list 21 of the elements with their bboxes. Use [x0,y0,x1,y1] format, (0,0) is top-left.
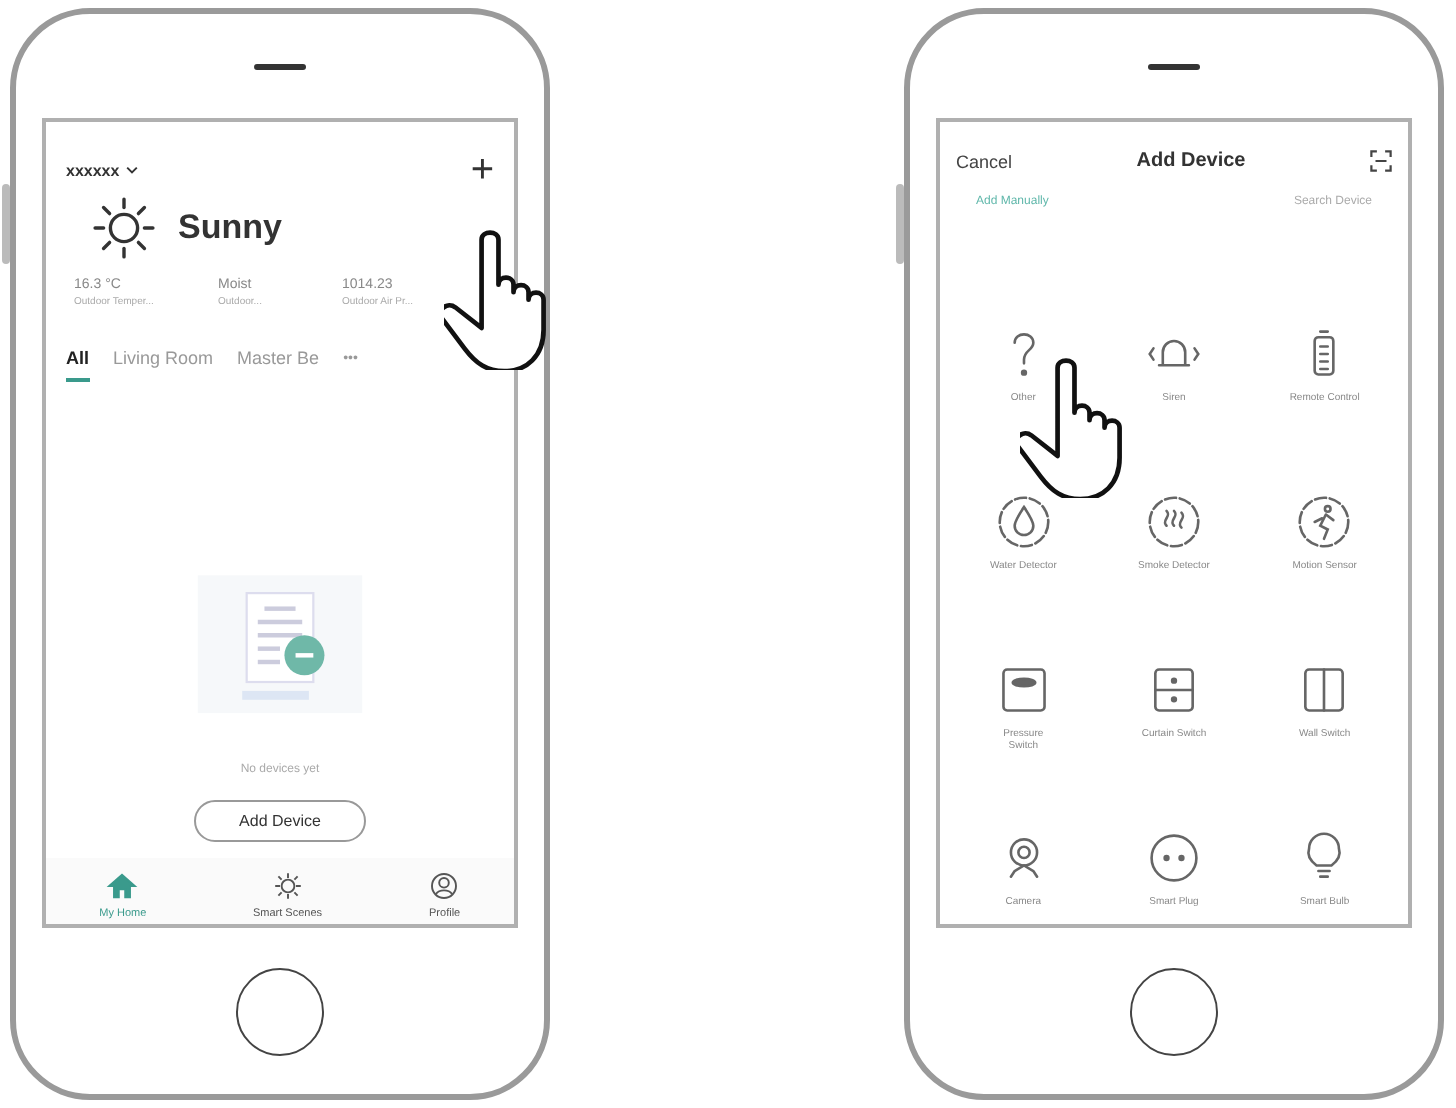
home-button[interactable] [236,967,324,1055]
smoke-device-icon[interactable] [1145,494,1202,550]
speaker-icon [254,63,306,69]
sun-icon [90,194,158,262]
profile-icon [428,870,461,902]
weather-condition: Sunny [178,208,282,248]
water-device-icon[interactable] [995,494,1052,550]
screen-title: Add Device [1136,150,1246,172]
motion-device-icon[interactable] [1296,494,1353,550]
add-device-button[interactable]: Add Device [193,800,367,842]
home-name-dropdown[interactable]: xxxxxx [66,161,138,179]
chevron-down-icon [125,166,138,175]
speaker-icon [1148,63,1200,69]
plug-device-icon[interactable] [1145,830,1202,886]
scan-icon[interactable] [1369,150,1392,172]
home-button[interactable] [1130,967,1218,1055]
sun-icon [271,870,304,902]
room-tab[interactable]: All [66,348,90,382]
add-button[interactable]: + [470,150,494,190]
cancel-button[interactable]: Cancel [956,151,1013,171]
house-icon [106,870,139,902]
